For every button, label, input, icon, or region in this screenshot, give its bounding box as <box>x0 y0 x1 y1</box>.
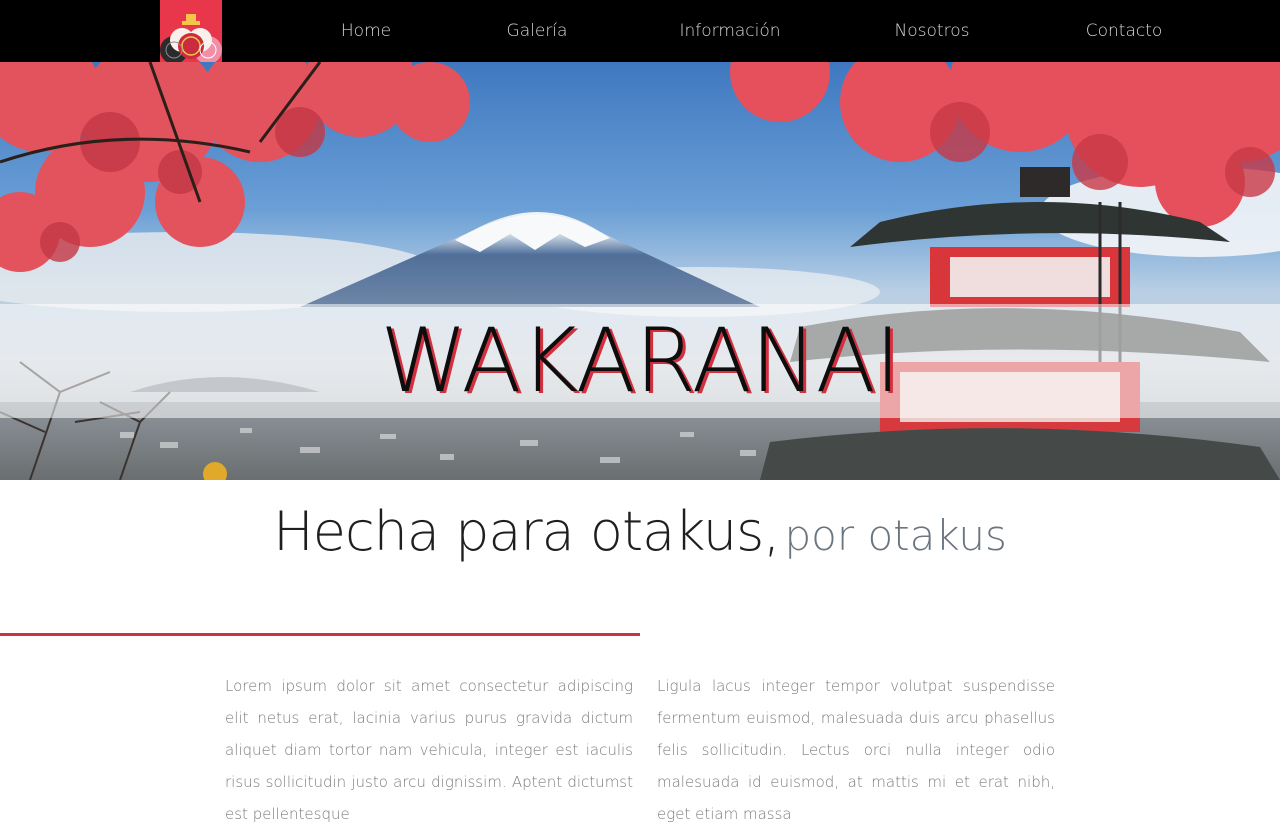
content-right-paragraph: Ligula lacus integer tempor volutpat sus… <box>657 677 1055 823</box>
nav-link-informacion[interactable]: Información <box>679 0 780 62</box>
nav-link-galeria[interactable]: Galería <box>507 0 568 62</box>
site-logo-icon[interactable] <box>160 0 222 62</box>
nav-link-contacto[interactable]: Contacto <box>1086 0 1163 62</box>
hero-title: WAKARANAI <box>380 309 901 412</box>
nav-link-nosotros[interactable]: Nosotros <box>895 0 970 62</box>
top-navbar: Home Galería Información Nosotros Contac… <box>0 0 1280 62</box>
pagoda-fans-logo-icon <box>160 0 222 62</box>
hero-banner: WAKARANAI <box>0 62 1280 480</box>
content-left-paragraph: Lorem ipsum dolor sit amet consectetur a… <box>225 677 633 823</box>
nav-link-home[interactable]: Home <box>341 0 391 62</box>
tagline-main: Hecha para otakus, <box>273 500 780 563</box>
tagline-sub: por otakus <box>784 511 1007 560</box>
section-divider <box>0 633 640 636</box>
tagline: Hecha para otakus, por otakus <box>0 500 1280 563</box>
